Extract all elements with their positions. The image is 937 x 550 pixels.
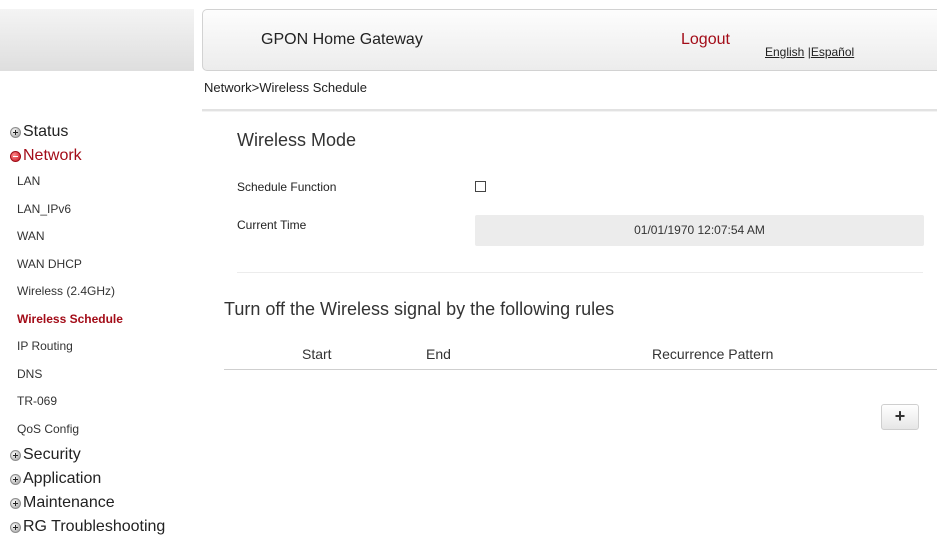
current-time-label: Current Time — [237, 218, 307, 232]
table-header-divider — [224, 369, 937, 370]
sidebar: Status Network LAN LAN_IPv6 WAN WAN DHCP… — [0, 120, 196, 539]
language-switcher: English |Español — [765, 45, 854, 59]
column-recurrence-pattern: Recurrence Pattern — [652, 346, 774, 362]
nav-security-label: Security — [23, 446, 81, 463]
header-bar: GPON Home Gateway Logout English |Españo… — [202, 9, 937, 71]
expand-plus-icon — [10, 521, 21, 533]
nav-rg-troubleshooting-label: RG Troubleshooting — [23, 518, 166, 535]
network-submenu: LAN LAN_IPv6 WAN WAN DHCP Wireless (2.4G… — [0, 168, 196, 443]
nav-status[interactable]: Status — [0, 120, 196, 144]
logout-link[interactable]: Logout — [681, 31, 730, 49]
sidebar-item-lan[interactable]: LAN — [0, 168, 196, 196]
sidebar-item-wireless-24ghz[interactable]: Wireless (2.4GHz) — [0, 278, 196, 306]
nav-rg-troubleshooting[interactable]: RG Troubleshooting — [0, 515, 196, 539]
nav-maintenance-label: Maintenance — [23, 494, 115, 511]
nav-network[interactable]: Network — [0, 144, 196, 168]
sidebar-item-dns[interactable]: DNS — [0, 361, 196, 389]
expand-plus-icon — [10, 473, 21, 485]
expand-plus-icon — [10, 497, 21, 509]
expand-plus-icon — [10, 449, 21, 461]
schedule-function-label: Schedule Function — [237, 180, 337, 194]
nav-network-label: Network — [23, 147, 82, 164]
sidebar-item-wan-dhcp[interactable]: WAN DHCP — [0, 251, 196, 279]
section-divider — [237, 272, 923, 273]
sidebar-item-ip-routing[interactable]: IP Routing — [0, 333, 196, 361]
collapse-minus-icon — [10, 150, 21, 162]
nav-maintenance[interactable]: Maintenance — [0, 491, 196, 515]
sidebar-item-lan-ipv6[interactable]: LAN_IPv6 — [0, 196, 196, 224]
sidebar-item-wireless-schedule[interactable]: Wireless Schedule — [0, 306, 196, 334]
expand-plus-icon — [10, 126, 21, 138]
breadcrumb: Network>Wireless Schedule — [204, 80, 367, 95]
english-link[interactable]: English — [765, 45, 804, 59]
sidebar-item-qos-config[interactable]: QoS Config — [0, 416, 196, 444]
gateway-title: GPON Home Gateway — [261, 31, 423, 48]
schedule-function-checkbox[interactable] — [475, 181, 486, 192]
sidebar-item-tr069[interactable]: TR-069 — [0, 388, 196, 416]
current-time-field: 01/01/1970 12:07:54 AM — [475, 215, 924, 246]
column-start: Start — [302, 346, 332, 362]
wireless-mode-heading: Wireless Mode — [237, 130, 357, 150]
spanish-link[interactable]: Español — [811, 45, 854, 59]
column-end: End — [426, 346, 451, 362]
sidebar-item-wan[interactable]: WAN — [0, 223, 196, 251]
add-rule-button[interactable]: + — [881, 404, 919, 430]
logo-area — [0, 9, 194, 71]
header-divider — [202, 109, 937, 112]
nav-security[interactable]: Security — [0, 443, 196, 467]
nav-application-label: Application — [23, 470, 102, 487]
nav-status-label: Status — [23, 123, 69, 140]
rules-heading: Turn off the Wireless signal by the foll… — [224, 299, 615, 319]
nav-application[interactable]: Application — [0, 467, 196, 491]
